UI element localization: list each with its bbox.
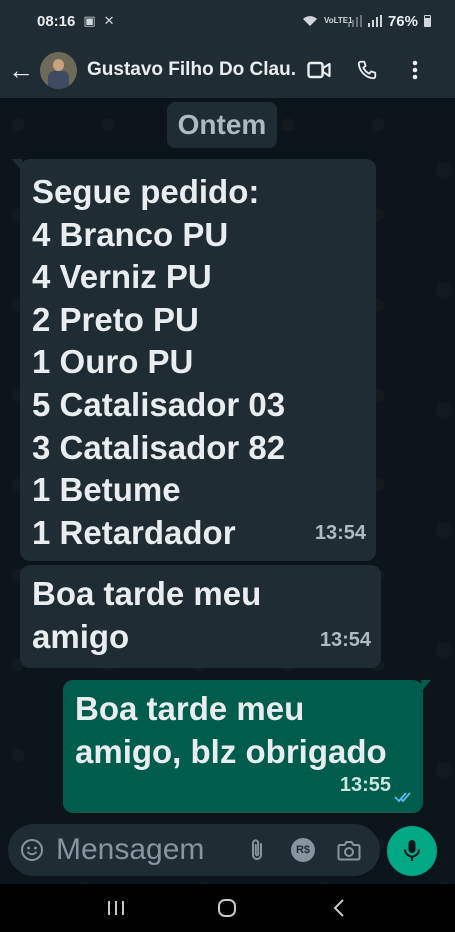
message-line: 1 Ouro PU (32, 343, 194, 381)
message-bubble-outgoing[interactable]: Boa tarde meu amigo, blz obrigado 13:55 (63, 680, 431, 813)
message-bubble-incoming[interactable]: Boa tarde meu amigo 13:54 (20, 565, 381, 668)
menu-button[interactable] (391, 46, 439, 94)
back-button[interactable] (319, 888, 359, 928)
date-separator: Ontem (167, 102, 277, 148)
network-label: VoLTE1 (323, 16, 353, 25)
read-ticks-icon (394, 792, 411, 803)
emoji-button[interactable] (10, 838, 54, 862)
attach-button[interactable] (234, 837, 280, 863)
camera-icon (337, 840, 361, 860)
message-time: 13:55 (339, 774, 391, 797)
missed-call-icon: ✕ (103, 13, 115, 28)
message-time: 13:54 (319, 629, 371, 652)
message-line: 4 Verniz PU (32, 258, 212, 296)
battery-icon (424, 15, 431, 27)
message-line: 4 Branco PU (32, 215, 229, 253)
message-line: Boa tarde meu (32, 575, 262, 612)
payment-icon: R$ (291, 838, 315, 862)
attach-icon (252, 839, 262, 860)
back-chevron-icon (333, 899, 344, 917)
wifi-icon (302, 16, 317, 26)
phone-icon (357, 60, 377, 80)
battery-percent: 76% (387, 12, 418, 30)
emoji-icon (21, 839, 43, 861)
voice-message-button[interactable] (387, 826, 437, 876)
signal-icon (347, 15, 362, 27)
contact-name[interactable]: Gustavo Filho Do Clau... (87, 59, 295, 81)
message-line: 2 Preto PU (32, 300, 199, 338)
status-time: 08:16 (37, 12, 76, 30)
status-bar: 08:16 ▣ ✕ VoLTE1 76% (0, 0, 455, 42)
notification-icon: ▣ (83, 13, 96, 28)
system-navigation-bar (0, 884, 455, 932)
message-time: 13:54 (314, 522, 366, 545)
status-right: VoLTE1 76% (302, 13, 431, 30)
message-line: Boa tarde meu (75, 690, 305, 727)
home-button[interactable] (207, 888, 247, 928)
message-line: Segue pedido: (32, 173, 260, 210)
home-icon (218, 899, 237, 917)
payment-button[interactable]: R$ (280, 838, 326, 862)
message-input[interactable] (54, 833, 234, 867)
video-call-button[interactable] (295, 46, 343, 94)
message-line: 3 Catalisador 82 (32, 428, 286, 466)
camera-button[interactable] (326, 840, 372, 861)
signal-icon-2 (367, 15, 382, 27)
avatar[interactable] (40, 51, 77, 89)
recent-apps-button[interactable] (96, 888, 136, 928)
mic-icon (404, 840, 420, 861)
recents-icon (107, 901, 124, 915)
back-arrow-icon[interactable]: ← (2, 55, 40, 86)
more-vertical-icon (412, 60, 418, 80)
message-bubble-incoming[interactable]: Segue pedido: 4 Branco PU 4 Verniz PU 2 … (12, 159, 376, 561)
video-camera-icon (307, 61, 331, 79)
message-composer: R$ (8, 824, 380, 876)
message-line: 1 Betume (32, 471, 181, 509)
message-line: 5 Catalisador 03 (32, 385, 286, 423)
chat-header: ← Gustavo Filho Do Clau... (0, 42, 455, 98)
voice-call-button[interactable] (343, 46, 391, 94)
